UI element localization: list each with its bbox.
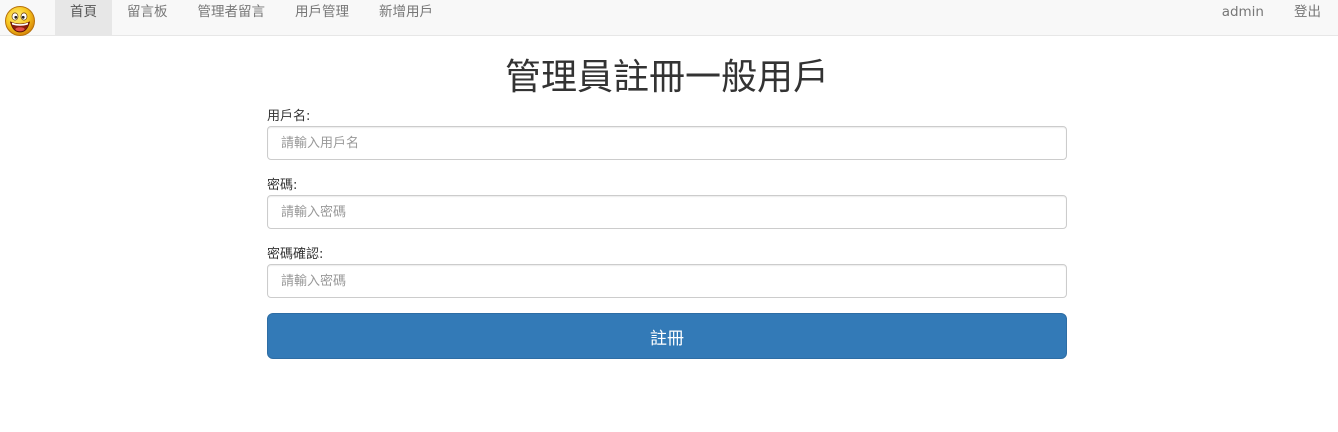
username-group: 用戶名: [267,108,1067,160]
nav-item-message-board[interactable]: 留言板 [112,0,183,36]
nav-item-home[interactable]: 首頁 [55,0,112,36]
password-input[interactable] [267,195,1067,229]
nav-item-add-user[interactable]: 新增用戶 [364,0,448,36]
nav-item-logout[interactable]: 登出 [1279,0,1336,36]
main-nav: 首頁 留言板 管理者留言 用戶管理 新增用戶 [55,0,448,36]
register-button[interactable]: 註冊 [267,313,1067,359]
confirm-password-label: 密碼確認: [267,247,324,262]
confirm-password-input[interactable] [267,264,1067,298]
nav-item-user-management[interactable]: 用戶管理 [280,0,364,36]
smiley-face-icon[interactable] [4,5,36,37]
nav-item-username[interactable]: admin [1207,0,1279,36]
username-input[interactable] [267,126,1067,160]
password-group: 密碼: [267,177,1067,229]
top-navbar: 首頁 留言板 管理者留言 用戶管理 新增用戶 admin 登出 [0,0,1338,36]
nav-item-admin-messages[interactable]: 管理者留言 [183,0,281,36]
password-label: 密碼: [267,178,298,193]
user-nav: admin 登出 [1207,0,1336,36]
username-label: 用戶名: [267,109,311,124]
confirm-password-group: 密碼確認: [267,246,1067,298]
page-title: 管理員註冊一般用戶 [504,57,829,98]
register-form: 用戶名: 密碼: 密碼確認: 註冊 [267,108,1067,359]
